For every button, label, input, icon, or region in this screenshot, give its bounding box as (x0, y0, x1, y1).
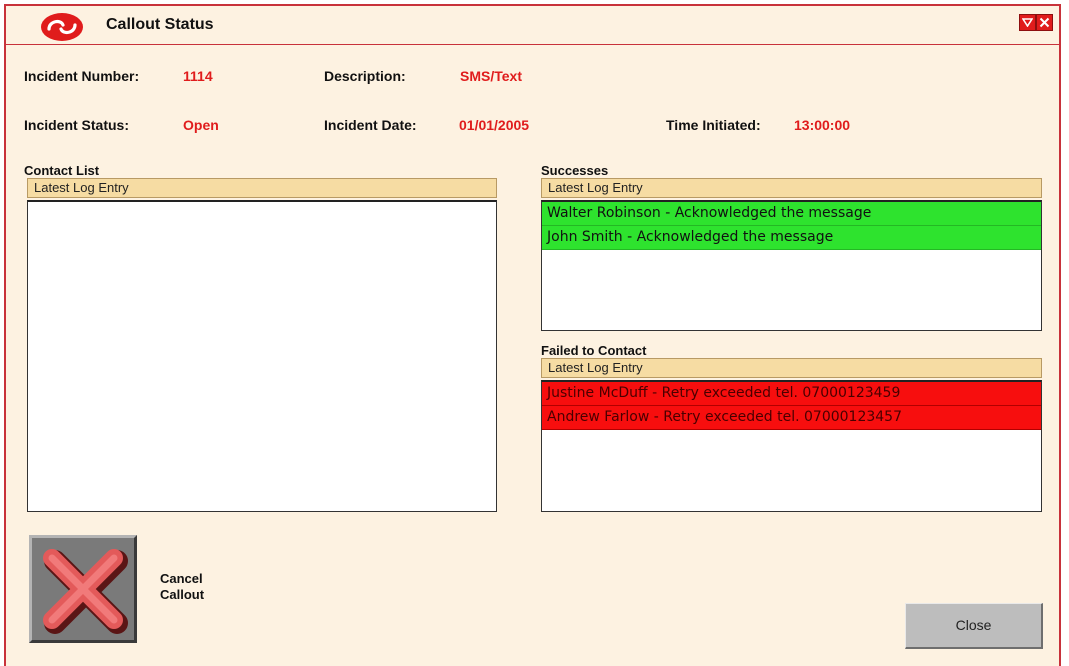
list-item[interactable]: Andrew Farlow - Retry exceeded tel. 0700… (542, 406, 1041, 430)
cancel-callout-label[interactable]: Cancel Callout (160, 571, 240, 603)
description-label: Description: (324, 68, 406, 84)
cancel-callout-button[interactable] (29, 535, 137, 643)
incident-date-label: Incident Date: (324, 117, 417, 133)
time-initiated-label: Time Initiated: (666, 117, 761, 133)
failed-to-contact-list[interactable]: Justine McDuff - Retry exceeded tel. 070… (541, 380, 1042, 512)
close-window-button[interactable] (1036, 14, 1053, 31)
app-logo-icon (41, 13, 83, 41)
incident-date-value: 01/01/2005 (459, 117, 530, 133)
callout-status-window: Callout Status Incident Number: 1114 Des… (4, 4, 1061, 666)
incident-number-value: 1114 (183, 68, 213, 84)
contact-list-title: Contact List (24, 163, 100, 178)
list-item[interactable]: John Smith - Acknowledged the message (542, 226, 1041, 250)
description-value: SMS/Text (460, 68, 522, 84)
time-initiated-value: 13:00:00 (794, 117, 851, 133)
red-x-icon (43, 549, 128, 634)
close-button[interactable]: Close (905, 603, 1043, 649)
successes-title: Successes (541, 163, 609, 178)
minimize-button[interactable] (1019, 14, 1036, 31)
failed-to-contact-title: Failed to Contact (541, 343, 647, 358)
failed-column-header[interactable]: Latest Log Entry (541, 358, 1042, 378)
contact-list-box[interactable] (27, 200, 497, 512)
list-item[interactable]: Walter Robinson - Acknowledged the messa… (542, 202, 1041, 226)
list-item[interactable]: Justine McDuff - Retry exceeded tel. 070… (542, 382, 1041, 406)
close-x-icon (1039, 17, 1050, 28)
incident-status-label: Incident Status: (24, 117, 130, 133)
title-bar[interactable]: Callout Status (6, 6, 1059, 45)
contact-list-column-header[interactable]: Latest Log Entry (27, 178, 497, 198)
incident-status-value: Open (183, 117, 219, 133)
window-title: Callout Status (106, 16, 214, 33)
successes-column-header[interactable]: Latest Log Entry (541, 178, 1042, 198)
triangle-down-icon (1022, 18, 1033, 27)
incident-number-label: Incident Number: (24, 68, 140, 84)
successes-list[interactable]: Walter Robinson - Acknowledged the messa… (541, 200, 1042, 331)
